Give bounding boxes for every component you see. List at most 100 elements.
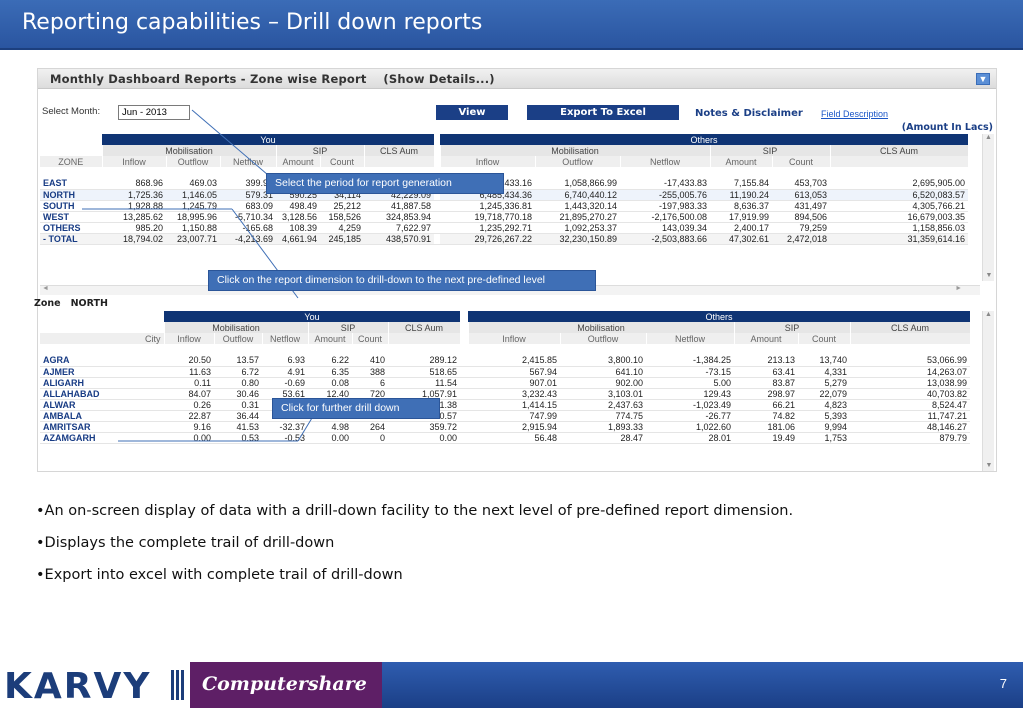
you-value-cell: 0.11	[164, 377, 214, 389]
field-description-link[interactable]: Field Description	[821, 109, 888, 119]
zone-name-cell[interactable]: EAST	[40, 178, 102, 190]
others-value-cell: 4,823	[798, 399, 850, 411]
zone-name-cell[interactable]: - TOTAL	[40, 233, 102, 245]
sub-mobilisation: Mobilisation	[164, 322, 309, 333]
others-value-cell: 774.75	[560, 410, 646, 422]
city-name-cell[interactable]: ALIGARH	[40, 377, 164, 389]
you-value-cell: 0.26	[164, 399, 214, 411]
table-row[interactable]: AMRITSAR 9.16 41.53 -32.37 4.98 264 359.72 2,91…	[40, 421, 971, 433]
group-you: You	[102, 134, 434, 145]
bullet-item: •Displays the complete trail of drill-do…	[36, 535, 335, 551]
you-value-cell: 245,185	[320, 233, 364, 245]
table-row[interactable]: AZAMGARH 0.00 0.53 -0.53 0.00 0 0.00 56.48 28.47…	[40, 432, 971, 444]
you-value-cell: 108.39	[276, 222, 320, 234]
scroll-up-icon[interactable]: ▲	[983, 311, 994, 318]
show-details-link[interactable]: (Show Details...)	[383, 72, 494, 86]
scroll-down-icon[interactable]: ▼	[983, 462, 995, 469]
page-number: 7	[999, 676, 1007, 691]
scroll-down-icon[interactable]: ▼	[983, 272, 995, 279]
table-row[interactable]: ALIGARH 0.11 0.80 -0.69 0.08 6 11.54 907.01 902.…	[40, 377, 971, 389]
city-name-cell[interactable]: ALLAHABAD	[40, 388, 164, 400]
zone-name-cell[interactable]: NORTH	[40, 189, 102, 201]
sub-sip: SIP	[276, 145, 365, 156]
scroll-right-icon[interactable]: ►	[955, 285, 962, 292]
zone-vertical-scrollbar[interactable]: ▲ ▼	[982, 134, 994, 281]
others-value-cell: 40,703.82	[850, 388, 971, 400]
you-value-cell: 1,150.88	[166, 222, 220, 234]
report-title: Monthly Dashboard Reports - Zone wise Re…	[50, 72, 367, 86]
others-value-cell: 16,679,003.35	[830, 211, 969, 223]
you-value-cell: 438,570.91	[364, 233, 434, 245]
city-name-cell[interactable]: AZAMGARH	[40, 432, 164, 444]
you-value-cell: 23,007.71	[166, 233, 220, 245]
table-row[interactable]: WEST 13,285.62 18,995.96 -5,710.34 3,128.56 1…	[40, 211, 969, 223]
table-row[interactable]: EAST 868.96 469.03 399.93 1,041,433.16 1,058,…	[40, 178, 969, 190]
you-value-cell: 18,794.02	[102, 233, 166, 245]
others-value-cell: 129.43	[646, 388, 734, 400]
zone-column-header: ZONE Inflow Outflow Netflow Amount Count…	[40, 156, 969, 167]
you-value-cell: 6.35	[308, 366, 352, 378]
sub-mobilisation: Mobilisation	[468, 322, 735, 333]
others-value-cell: 1,235,292.71	[440, 222, 535, 234]
table-row[interactable]: AMBALA22.8736.44-13.5713.46866700.57747.…	[40, 410, 971, 422]
others-value-cell: 902.00	[560, 377, 646, 389]
export-excel-button[interactable]: Export To Excel	[527, 105, 679, 120]
col-cls	[830, 156, 969, 167]
city-name-cell[interactable]: AJMER	[40, 366, 164, 378]
table-row[interactable]: AGRA 20.50 13.57 6.93 6.22 410 289.12 2,415.85 3…	[40, 355, 971, 367]
scroll-up-icon[interactable]: ▲	[983, 134, 994, 141]
zone-name-cell[interactable]: WEST	[40, 211, 102, 223]
city-name-cell[interactable]: AGRA	[40, 355, 164, 367]
others-value-cell: 1,058,866.99	[535, 178, 620, 190]
you-value-cell: 30.46	[214, 388, 262, 400]
others-value-cell: 879.79	[850, 432, 971, 444]
city-name-cell[interactable]: AMRITSAR	[40, 421, 164, 433]
others-value-cell: 3,800.10	[560, 355, 646, 367]
bullet-item: •Export into excel with complete trail o…	[36, 567, 403, 583]
zone-name-cell[interactable]: SOUTH	[40, 200, 102, 212]
col-outflow: Outflow	[560, 333, 647, 344]
footer: KARVY Computershare 7	[0, 662, 1023, 708]
table-row[interactable]: SOUTH 1,928.88 1,245.79 683.09 498.49 25,212 4…	[40, 200, 969, 212]
you-value-cell: 0.00	[388, 432, 460, 444]
zone-name-cell[interactable]: OTHERS	[40, 222, 102, 234]
others-value-cell: 28.01	[646, 432, 734, 444]
table-row[interactable]: OTHERS 985.20 1,150.88 -165.68 108.39 4,259 7,…	[40, 222, 969, 234]
chevron-down-icon[interactable]: ▼	[976, 73, 990, 85]
you-value-cell: 0.00	[308, 432, 352, 444]
you-value-cell: 22.87	[164, 410, 214, 422]
sub-sip: SIP	[710, 145, 831, 156]
table-row[interactable]: ALLAHABAD 84.07 30.46 53.61 12.40 720 1,057.91…	[40, 388, 971, 400]
you-value-cell: 4,661.94	[276, 233, 320, 245]
callout-select-period: Select the period for report generation	[266, 173, 504, 194]
you-value-cell: 13,285.62	[102, 211, 166, 223]
others-value-cell: 1,893.33	[560, 421, 646, 433]
notes-disclaimer-link[interactable]: Notes & Disclaimer	[695, 108, 803, 119]
table-row[interactable]: ALWAR0.260.31-0.050.261711.381,414.152,4…	[40, 399, 971, 411]
others-value-cell: 298.97	[734, 388, 798, 400]
you-value-cell: 4.91	[262, 366, 308, 378]
table-row[interactable]: - TOTAL 18,794.02 23,007.71 -4,213.69 4,661.…	[40, 233, 969, 245]
view-button[interactable]: View	[436, 105, 508, 120]
you-value-cell: 3,128.56	[276, 211, 320, 223]
others-value-cell: 28.47	[560, 432, 646, 444]
scroll-left-icon[interactable]: ◄	[42, 285, 49, 292]
you-value-cell: 518.65	[388, 366, 460, 378]
table-row[interactable]: NORTH 1,725.36 1,146.05 579.31 590.25 34,114 4…	[40, 189, 969, 201]
col-city: City	[40, 333, 165, 344]
drilldown-zone-label: Zone NORTH	[34, 298, 108, 309]
col-count: Count	[772, 156, 831, 167]
city-name-cell[interactable]: AMBALA	[40, 410, 164, 422]
col-zone: ZONE	[40, 156, 103, 167]
you-value-cell: 1,245.79	[166, 200, 220, 212]
footer-band: 7	[382, 662, 1023, 708]
table-row[interactable]: AJMER 11.63 6.72 4.91 6.35 388 518.65 567.94 641…	[40, 366, 971, 378]
city-name-cell[interactable]: ALWAR	[40, 399, 164, 411]
you-value-cell: -4,213.69	[220, 233, 276, 245]
col-inflow: Inflow	[102, 156, 167, 167]
city-vertical-scrollbar[interactable]: ▲ ▼	[982, 311, 994, 471]
others-value-cell: -2,503,883.66	[620, 233, 710, 245]
month-select[interactable]: Jun - 2013	[118, 105, 190, 120]
others-value-cell: 8,636.37	[710, 200, 772, 212]
others-value-cell: -17,433.83	[620, 178, 710, 190]
